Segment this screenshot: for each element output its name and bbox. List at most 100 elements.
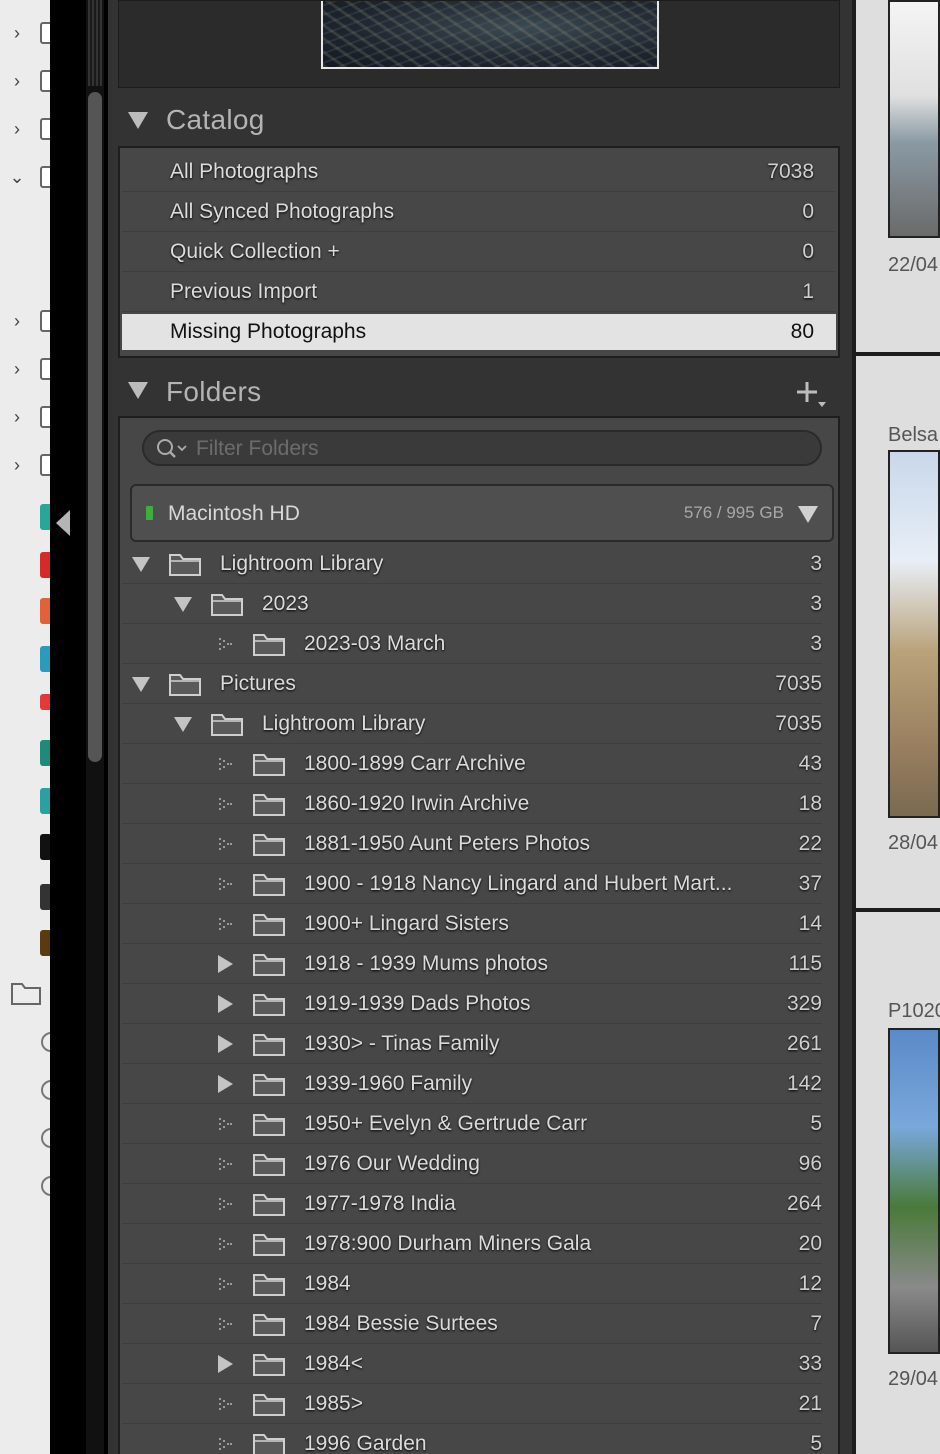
disclosure-triangle-icon[interactable]	[128, 382, 148, 399]
chevron-right-icon[interactable]: ›	[8, 120, 26, 138]
photo-name: P1020	[888, 1000, 940, 1022]
folder-row[interactable]: 2023 3	[122, 584, 822, 624]
leaf-dotted-triangle-icon	[219, 638, 232, 650]
folder-row[interactable]: 1939-1960 Family 142	[122, 1064, 822, 1104]
chevron-right-icon[interactable]: ›	[8, 456, 26, 474]
expanded-triangle-icon[interactable]	[174, 717, 192, 732]
folder-icon	[253, 794, 285, 816]
leaf-dotted-triangle-icon	[219, 1318, 232, 1330]
folder-count: 12	[798, 1272, 822, 1295]
photo-thumbnail[interactable]	[888, 450, 940, 818]
volume-name: Macintosh HD	[168, 502, 300, 525]
navigator-thumbnail[interactable]	[321, 1, 659, 69]
scrollbar-thumb[interactable]	[88, 92, 102, 762]
catalog-item-quick-collection[interactable]: Quick Collection + 0	[122, 232, 836, 272]
folder-row[interactable]: 1860-1920 Irwin Archive 18	[122, 784, 822, 824]
expanded-triangle-icon[interactable]	[132, 677, 150, 692]
folder-count: 33	[798, 1352, 822, 1375]
folder-count: 3	[810, 632, 822, 655]
folder-label: 1984 Bessie Surtees	[304, 1312, 498, 1335]
collapsed-triangle-icon[interactable]	[218, 995, 233, 1013]
catalog-item-count: 0	[802, 200, 814, 223]
folder-icon	[253, 1434, 285, 1454]
expanded-triangle-icon[interactable]	[132, 557, 150, 572]
folder-row[interactable]: 1978:900 Durham Miners Gala 20	[122, 1224, 822, 1264]
folder-row[interactable]: 1950+ Evelyn & Gertrude Carr 5	[122, 1104, 822, 1144]
volume-macintosh-hd[interactable]: Macintosh HD 576 / 995 GB	[130, 484, 834, 542]
folder-row[interactable]: Pictures 7035	[122, 664, 822, 704]
folder-label: 2023-03 March	[304, 632, 446, 655]
folder-row[interactable]: 2023-03 March 3	[122, 624, 822, 664]
folder-label: 1918 - 1939 Mums photos	[304, 952, 548, 975]
folder-label: Lightroom Library	[220, 552, 384, 575]
grid-cell[interactable]: P1020 29/04	[856, 912, 940, 1454]
folder-row[interactable]: 1996 Garden 5	[122, 1424, 822, 1454]
leaf-dotted-triangle-icon	[219, 1398, 232, 1410]
photo-date: 29/04	[888, 1368, 939, 1390]
collapse-panel-icon[interactable]	[56, 510, 70, 536]
folder-icon	[253, 1314, 285, 1336]
folder-row[interactable]: 1919-1939 Dads Photos 329	[122, 984, 822, 1024]
folder-row[interactable]: 1977-1978 India 264	[122, 1184, 822, 1224]
disclosure-triangle-icon[interactable]	[798, 506, 818, 523]
leaf-dotted-triangle-icon	[219, 1118, 232, 1130]
folder-count: 261	[786, 1032, 822, 1055]
chevron-down-icon[interactable]: ⌄	[8, 168, 26, 186]
grid-cell[interactable]: Belsa 28/04	[856, 356, 940, 908]
scrollbar-grip[interactable]	[88, 0, 102, 86]
catalog-item-all-synced-photographs[interactable]: All Synced Photographs 0	[122, 192, 836, 232]
folder-row[interactable]: 1800-1899 Carr Archive 43	[122, 744, 822, 784]
catalog-item-count: 0	[802, 240, 814, 263]
folder-label: Pictures	[220, 672, 296, 695]
photo-thumbnail[interactable]	[888, 0, 940, 238]
folder-row[interactable]: 1930> - Tinas Family 261	[122, 1024, 822, 1064]
chevron-right-icon[interactable]: ›	[8, 24, 26, 42]
collapsed-triangle-icon[interactable]	[218, 1355, 233, 1373]
chevron-right-icon[interactable]: ›	[8, 312, 26, 330]
filter-folders-field[interactable]	[142, 430, 822, 466]
folder-row[interactable]: 1984< 33	[122, 1344, 822, 1384]
chevron-right-icon[interactable]: ›	[8, 72, 26, 90]
folder-row[interactable]: 1900 - 1918 Nancy Lingard and Hubert Mar…	[122, 864, 822, 904]
folder-row[interactable]: 1976 Our Wedding 96	[122, 1144, 822, 1184]
grid-cell[interactable]: 22/04	[856, 0, 940, 352]
folder-row[interactable]: 1984 Bessie Surtees 7	[122, 1304, 822, 1344]
folder-label: 1950+ Evelyn & Gertrude Carr	[304, 1112, 588, 1135]
folder-count: 20	[798, 1232, 822, 1255]
catalog-header[interactable]: Catalog	[118, 90, 842, 148]
folder-row[interactable]: Lightroom Library 7035	[122, 704, 822, 744]
folder-row[interactable]: 1984 12	[122, 1264, 822, 1304]
collapsed-triangle-icon[interactable]	[218, 1075, 233, 1093]
photo-thumbnail[interactable]	[888, 1028, 940, 1354]
folder-count: 5	[810, 1112, 822, 1135]
leaf-dotted-triangle-icon	[219, 1238, 232, 1250]
folder-row[interactable]: Lightroom Library 3	[122, 544, 822, 584]
catalog-item-missing-photographs[interactable]: Missing Photographs 80	[122, 314, 836, 350]
folder-count: 7035	[775, 712, 822, 735]
plus-dropdown-icon[interactable]	[794, 378, 828, 408]
folders-header[interactable]: Folders	[118, 362, 842, 420]
expanded-triangle-icon[interactable]	[174, 597, 192, 612]
filter-folders-input[interactable]	[196, 436, 796, 462]
chevron-right-icon[interactable]: ›	[8, 408, 26, 426]
catalog-item-previous-import[interactable]: Previous Import 1	[122, 272, 836, 312]
folder-icon[interactable]	[10, 980, 42, 1006]
folder-label: 1800-1899 Carr Archive	[304, 752, 526, 775]
folder-row[interactable]: 1881-1950 Aunt Peters Photos 22	[122, 824, 822, 864]
folder-row[interactable]: 1985> 21	[122, 1384, 822, 1424]
photo-grid: 22/04 Belsa 28/04 P1020 29/04	[852, 0, 940, 1454]
catalog-item-all-photographs[interactable]: All Photographs 7038	[122, 152, 836, 192]
collapsed-triangle-icon[interactable]	[218, 955, 233, 973]
folder-row[interactable]: 1900+ Lingard Sisters 14	[122, 904, 822, 944]
folder-count: 115	[788, 952, 822, 975]
folder-label: 1977-1978 India	[304, 1192, 456, 1215]
folder-icon	[253, 1354, 285, 1376]
folder-row[interactable]: 1918 - 1939 Mums photos 115	[122, 944, 822, 984]
search-icon[interactable]	[156, 438, 188, 460]
collapsed-triangle-icon[interactable]	[218, 1035, 233, 1053]
chevron-right-icon[interactable]: ›	[8, 360, 26, 378]
disclosure-triangle-icon[interactable]	[128, 112, 148, 129]
photo-name: Belsa	[888, 424, 939, 446]
folder-label: 1919-1939 Dads Photos	[304, 992, 531, 1015]
folder-label: 1860-1920 Irwin Archive	[304, 792, 530, 815]
